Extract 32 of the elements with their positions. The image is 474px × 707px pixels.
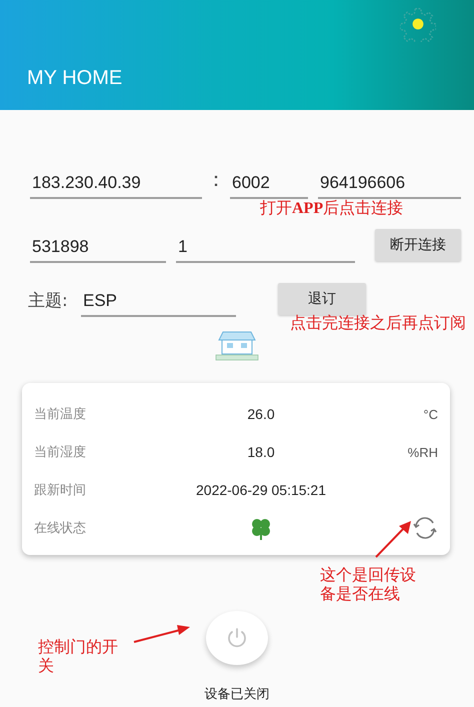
- house-icon: [215, 330, 259, 362]
- input-field[interactable]: 1: [176, 236, 355, 263]
- reading-value: 2022-06-29 05:15:21: [195, 482, 327, 498]
- annotation-arrow: [375, 521, 411, 558]
- host-field[interactable]: 183.230.40.39: [30, 172, 202, 199]
- reading-unit: %RH: [408, 444, 438, 460]
- annotation-text: 打开APP后点击连接: [260, 199, 404, 218]
- annotation-text: 点击完连接之后再点订阅: [290, 314, 466, 333]
- power-icon: [225, 626, 249, 650]
- colon-separator: ：: [205, 166, 227, 193]
- gear-icon[interactable]: [400, 6, 436, 42]
- reading-label: 跟新时间: [34, 482, 87, 499]
- annotation-text: 控制门的开关: [38, 638, 118, 676]
- refresh-icon[interactable]: [412, 516, 438, 540]
- unsubscribe-button[interactable]: 退订: [278, 283, 366, 315]
- reading-label: 当前湿度: [34, 444, 87, 461]
- disconnect-button[interactable]: 断开连接: [375, 229, 461, 261]
- product-id-field[interactable]: 531898: [30, 236, 166, 263]
- device-id-field[interactable]: 964196606: [318, 172, 461, 199]
- reading-unit: °C: [423, 406, 438, 422]
- annotation-text: 这个是回传设备是否在线: [320, 566, 416, 604]
- status-label: 在线状态: [34, 520, 87, 537]
- power-status-label: 设备已关闭: [204, 686, 270, 703]
- power-button[interactable]: [206, 611, 268, 665]
- port-field[interactable]: 6002: [230, 172, 308, 199]
- reading-value: 26.0: [246, 406, 276, 422]
- topic-field[interactable]: ESP: [81, 290, 236, 317]
- reading-value: 18.0: [246, 444, 276, 460]
- topic-label: 主题:: [28, 290, 69, 313]
- app-title: MY HOME: [26, 67, 122, 91]
- annotation-arrow: [134, 625, 190, 643]
- reading-label: 当前温度: [34, 406, 87, 423]
